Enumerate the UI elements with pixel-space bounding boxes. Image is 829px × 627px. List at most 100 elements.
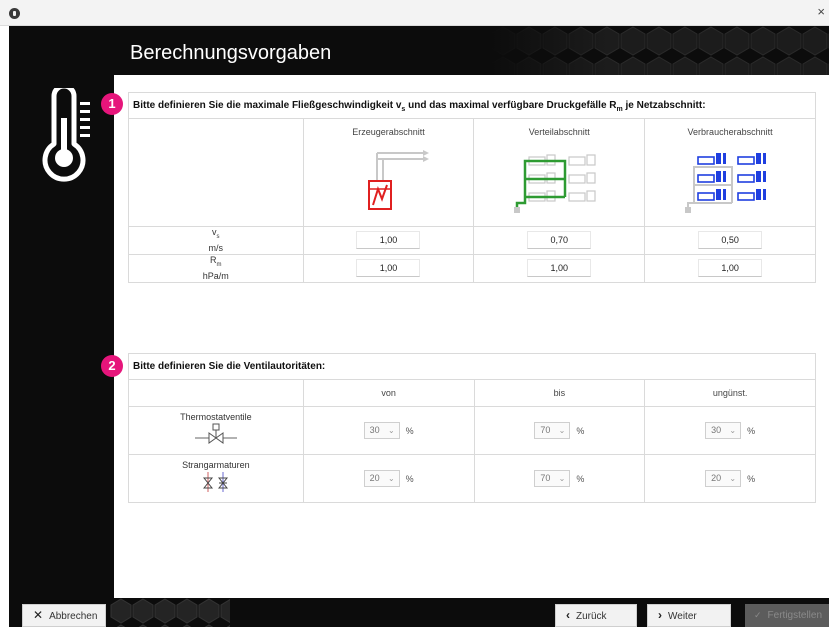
unit-label: % xyxy=(747,425,756,436)
velocity-erzeuger-input[interactable]: 1,00 xyxy=(356,231,421,250)
cell: 1,00 xyxy=(302,253,475,283)
strang-von-select[interactable]: 20 ⌄ xyxy=(363,470,400,487)
row-unit: m/s xyxy=(208,242,224,253)
thermostat-valve-icon xyxy=(129,422,303,448)
table-row-strang: Strangarmaturen 20 ⌄% 70 ⌄% 20 ⌄% xyxy=(128,454,816,503)
cell: 20 ⌄% xyxy=(302,454,475,503)
unit-label: % xyxy=(576,425,585,436)
back-button[interactable]: ‹ Zurück xyxy=(555,604,637,627)
cell: 1,00 xyxy=(644,253,816,283)
close-icon[interactable]: × xyxy=(817,5,825,19)
chevron-down-icon: ⌄ xyxy=(387,474,395,483)
cell: 0,70 xyxy=(473,226,646,255)
pressure-erzeuger-input[interactable]: 1,00 xyxy=(356,259,421,278)
velocity-verteil-input[interactable]: 0,70 xyxy=(527,231,592,250)
column-verbraucher: Verbraucherabschnitt xyxy=(644,118,816,227)
cell: 70 ⌄% xyxy=(473,406,646,455)
finish-button[interactable]: ✓ Fertigstellen xyxy=(745,604,829,627)
thermometer-icon xyxy=(40,83,100,193)
flow-limits-table: Erzeugerabschnitt Verteilabschnitt Verbr… xyxy=(128,118,816,283)
next-label: Weiter xyxy=(668,611,697,622)
generator-diagram-icon xyxy=(304,143,474,217)
strang-bis-select[interactable]: 70 ⌄ xyxy=(534,470,571,487)
step-badge-2: 2 xyxy=(101,355,123,377)
column-erzeuger: Erzeugerabschnitt xyxy=(302,118,475,227)
row-unit: hPa/m xyxy=(202,270,229,281)
select-value: 70 xyxy=(540,425,551,435)
unit-label: % xyxy=(747,473,756,484)
unit-label: % xyxy=(405,473,414,484)
cell: 70 ⌄% xyxy=(473,454,646,503)
cell: 30 ⌄% xyxy=(644,406,816,455)
strang-ungunst-select[interactable]: 20 ⌄ xyxy=(705,470,742,487)
section1-heading-part: je Netzabschnitt: xyxy=(622,100,706,111)
app-icon xyxy=(9,8,20,19)
consumer-diagram-icon xyxy=(645,143,815,217)
section2-heading: Bitte definieren Sie die Ventilautorität… xyxy=(128,353,816,379)
cell: 20 ⌄% xyxy=(644,454,816,503)
chevron-down-icon: ⌄ xyxy=(558,426,566,435)
unit-label: % xyxy=(576,473,585,484)
thermostat-ungunst-select[interactable]: 30 ⌄ xyxy=(705,422,742,439)
section1-heading-part: und das maximal verfügbare Druckgefälle … xyxy=(405,100,617,111)
row-symbol-sub: m xyxy=(216,261,222,268)
select-value: 30 xyxy=(369,425,380,435)
table-corner-cell xyxy=(128,118,304,227)
row-label-pressure: Rm hPa/m xyxy=(128,253,304,283)
finish-label: Fertigstellen xyxy=(767,610,823,621)
column-header: von xyxy=(302,379,475,407)
row-label-strang: Strangarmaturen xyxy=(128,454,304,503)
pressure-verteil-input[interactable]: 1,00 xyxy=(527,259,592,278)
cancel-button[interactable]: ✕ Abbrechen xyxy=(22,604,106,627)
table-corner-cell xyxy=(128,379,304,407)
chevron-down-icon: ⌄ xyxy=(387,426,395,435)
balancing-valve-icon xyxy=(129,470,303,496)
page-title: Berechnungsvorgaben xyxy=(130,42,332,64)
section1-heading: Bitte definieren Sie die maximale Fließg… xyxy=(128,92,816,118)
table-row-thermostat: Thermostatventile 30 ⌄% 70 ⌄% 30 ⌄% xyxy=(128,406,816,455)
select-value: 30 xyxy=(711,425,722,435)
unit-label: % xyxy=(405,425,414,436)
row-label-thermostat: Thermostatventile xyxy=(128,406,304,455)
select-value: 20 xyxy=(369,473,380,483)
row-label-velocity: vs m/s xyxy=(128,226,304,255)
window-titlebar: × xyxy=(0,0,829,26)
thermostat-bis-select[interactable]: 70 ⌄ xyxy=(534,422,571,439)
select-value: 70 xyxy=(540,473,551,483)
column-header: ungünst. xyxy=(644,379,816,407)
cell: 1,00 xyxy=(473,253,646,283)
chevron-left-icon: ‹ xyxy=(566,608,570,622)
chevron-down-icon: ⌄ xyxy=(729,474,737,483)
row-symbol-sub: s xyxy=(216,233,220,240)
row-label: Thermostatventile xyxy=(180,412,252,422)
velocity-verbraucher-input[interactable]: 0,50 xyxy=(698,231,763,250)
column-header: bis xyxy=(473,379,646,407)
hex-pattern-decoration xyxy=(490,26,829,75)
pressure-verbraucher-input[interactable]: 1,00 xyxy=(698,259,763,278)
select-value: 20 xyxy=(711,473,722,483)
distribution-diagram-icon xyxy=(474,143,644,217)
chevron-down-icon: ⌄ xyxy=(729,426,737,435)
section1-heading-part: Bitte definieren Sie die maximale Fließg… xyxy=(133,100,402,111)
cancel-label: Abbrechen xyxy=(49,611,98,622)
column-verteil: Verteilabschnitt xyxy=(473,118,646,227)
step-badge-1: 1 xyxy=(101,93,123,115)
column-header: Verteilabschnitt xyxy=(528,127,590,137)
hex-pattern-decoration-bottom xyxy=(110,598,230,627)
check-icon: ✓ xyxy=(754,610,762,620)
table-row-pressure: Rm hPa/m 1,00 1,00 1,00 xyxy=(128,253,816,283)
thermostat-von-select[interactable]: 30 ⌄ xyxy=(363,422,400,439)
table-row-velocity: vs m/s 1,00 0,70 0,50 xyxy=(128,226,816,255)
cell: 0,50 xyxy=(644,226,816,255)
column-header: Verbraucherabschnitt xyxy=(687,127,773,137)
back-label: Zurück xyxy=(576,611,607,622)
cancel-x-icon: ✕ xyxy=(33,608,44,622)
cell: 30 ⌄% xyxy=(302,406,475,455)
valve-authority-table: von bis ungünst. Thermostatventile 30 ⌄% … xyxy=(128,379,816,503)
chevron-down-icon: ⌄ xyxy=(558,474,566,483)
row-label: Strangarmaturen xyxy=(182,460,250,470)
cell: 1,00 xyxy=(302,226,475,255)
column-header: Erzeugerabschnitt xyxy=(352,127,425,137)
chevron-right-icon: › xyxy=(658,608,662,622)
next-button[interactable]: › Weiter xyxy=(647,604,731,627)
